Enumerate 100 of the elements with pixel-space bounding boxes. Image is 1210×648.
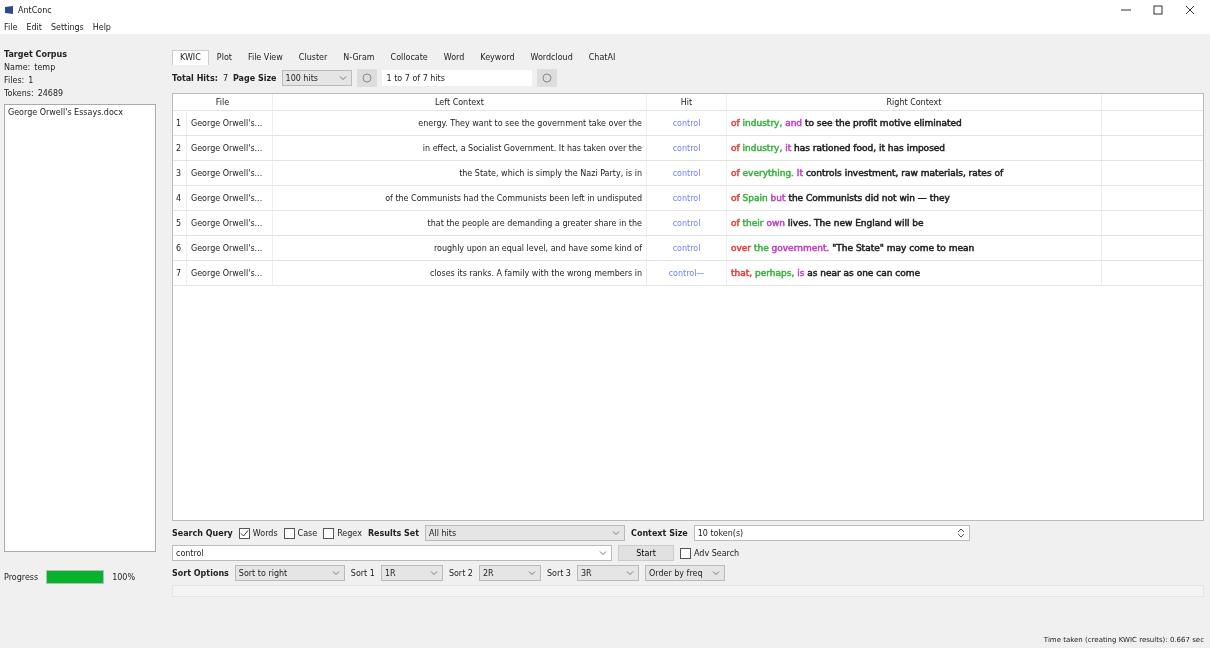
menu-item[interactable]: Settings bbox=[50, 22, 84, 32]
checkbox[interactable]: Words bbox=[238, 527, 278, 539]
caret-icon bbox=[527, 570, 536, 576]
caret-icon bbox=[429, 570, 438, 576]
start-button[interactable]: Start bbox=[618, 545, 674, 561]
table-cell: control bbox=[647, 186, 727, 210]
row-number: 2 bbox=[173, 136, 187, 160]
menu-item[interactable]: File bbox=[4, 22, 18, 32]
table-cell: of their own lives. The new England will be bbox=[727, 211, 1102, 235]
search-query-field[interactable]: control bbox=[172, 545, 612, 561]
order-dropdown[interactable]: Order by freq bbox=[644, 565, 725, 581]
checkbox[interactable]: Adv Search bbox=[680, 547, 740, 559]
tab[interactable]: KWIC bbox=[172, 50, 209, 65]
table-cell: energy. They want to see the government take over the bbox=[273, 111, 647, 135]
corpus-heading: Target Corpus bbox=[4, 50, 69, 59]
sort-dropdown[interactable]: 3R bbox=[576, 565, 639, 581]
row-number: 5 bbox=[173, 211, 187, 235]
table-cell: control bbox=[647, 136, 727, 160]
table-cell: of Spain but the Communists did not win — they bbox=[727, 186, 1102, 210]
search-query-label: Search Query bbox=[172, 528, 233, 538]
total-hits-label: Total Hits: bbox=[172, 73, 218, 83]
table-cell: of industry, it has rationed food, it has imposed bbox=[727, 136, 1102, 160]
files-value: 1 bbox=[28, 76, 34, 85]
checkbox-icon[interactable] bbox=[680, 547, 691, 559]
checkbox-icon[interactable] bbox=[323, 527, 335, 539]
row-number: 4 bbox=[173, 186, 187, 210]
sort-label: Sort 1 bbox=[350, 568, 375, 578]
table-cell: that, perhaps, is as near as one can come bbox=[727, 261, 1102, 285]
sort-label: Sort 2 bbox=[448, 568, 473, 578]
row-number: 3 bbox=[173, 161, 187, 185]
caret-icon bbox=[599, 550, 607, 556]
row-number: 1 bbox=[173, 111, 187, 135]
results-set-label: Results Set bbox=[367, 528, 420, 538]
hits-range-field: 1 to 7 of 7 hits bbox=[381, 70, 532, 86]
caret-icon bbox=[338, 75, 347, 81]
table-cell: George Orwell's... bbox=[187, 186, 273, 210]
checkbox-icon[interactable] bbox=[238, 527, 250, 539]
tab[interactable]: Word bbox=[435, 50, 473, 65]
tab[interactable]: Keyword bbox=[472, 50, 523, 65]
tokens-label: Tokens: bbox=[4, 89, 34, 98]
file-list-item[interactable]: George Orwell's Essays.docx bbox=[8, 108, 123, 117]
row-number: 6 bbox=[173, 236, 187, 260]
total-hits-value: 7 bbox=[222, 73, 228, 83]
tab[interactable]: ChatAI bbox=[580, 50, 624, 65]
table-cell: that the people are demanding a greater share in the bbox=[273, 211, 647, 235]
table-cell: George Orwell's... bbox=[187, 261, 273, 285]
table-cell: over the government. "The State" may come to mean bbox=[727, 236, 1102, 260]
tab[interactable]: Plot bbox=[208, 50, 240, 65]
checkbox[interactable]: Case bbox=[283, 527, 318, 539]
sort-dropdown[interactable]: 2R bbox=[478, 565, 541, 581]
table-cell: George Orwell's... bbox=[187, 161, 273, 185]
next-page-icon[interactable] bbox=[536, 69, 557, 87]
window-title: AntConc bbox=[18, 5, 52, 15]
table-cell: George Orwell's... bbox=[187, 136, 273, 160]
files-label: Files: bbox=[4, 76, 25, 85]
context-size-spinner[interactable]: 10 token(s) bbox=[693, 525, 970, 541]
tab[interactable]: Wordcloud bbox=[522, 50, 581, 65]
table-cell: the State, which is simply the Nazi Party, is in bbox=[273, 161, 647, 185]
column-header[interactable]: File bbox=[173, 94, 273, 110]
sort-dropdown[interactable]: 1R bbox=[380, 565, 443, 581]
tab[interactable]: N-Gram bbox=[335, 50, 383, 65]
caret-icon bbox=[612, 530, 621, 536]
tokens-value: 24689 bbox=[37, 89, 64, 98]
menu-item[interactable]: Edit bbox=[26, 22, 42, 32]
results-set-dropdown[interactable]: All hits bbox=[425, 525, 626, 541]
app-icon bbox=[4, 5, 14, 15]
table-cell: control— bbox=[647, 261, 727, 285]
close-icon[interactable] bbox=[1184, 4, 1196, 16]
progress-bar bbox=[46, 570, 105, 584]
name-value: temp bbox=[34, 63, 56, 72]
menu-item[interactable]: Help bbox=[92, 22, 111, 32]
column-header[interactable]: Right Context bbox=[727, 94, 1102, 110]
caret-icon bbox=[711, 570, 720, 576]
progress-reading: 100% bbox=[112, 572, 135, 582]
context-size-label: Context Size bbox=[631, 528, 688, 538]
previous-page-icon[interactable] bbox=[356, 69, 377, 87]
page-size-dropdown[interactable]: 100 hits bbox=[281, 70, 352, 86]
table-cell: George Orwell's... bbox=[187, 211, 273, 235]
progress-label: Progress bbox=[4, 572, 39, 582]
name-label: Name: bbox=[4, 63, 31, 72]
table-cell: control bbox=[647, 211, 727, 235]
table-cell: George Orwell's... bbox=[187, 236, 273, 260]
checkbox[interactable]: Regex bbox=[323, 527, 362, 539]
column-header[interactable]: Hit bbox=[647, 94, 727, 110]
table-cell: in effect, a Socialist Government. It has taken over the bbox=[273, 136, 647, 160]
tab[interactable]: File View bbox=[239, 50, 291, 65]
table-cell: control bbox=[647, 161, 727, 185]
table-cell: of the Communists had the Communists been left in undisputed bbox=[273, 186, 647, 210]
sort-options-label: Sort Options bbox=[172, 568, 229, 578]
sort-mode-dropdown[interactable]: Sort to right bbox=[234, 565, 345, 581]
maximize-icon[interactable] bbox=[1152, 4, 1164, 16]
column-header[interactable]: Left Context bbox=[273, 94, 647, 110]
table-cell: control bbox=[647, 236, 727, 260]
table-cell: roughly upon an equal level, and have some kind of bbox=[273, 236, 647, 260]
page-size-label: Page Size bbox=[232, 73, 277, 83]
caret-icon bbox=[331, 570, 340, 576]
checkbox-icon[interactable] bbox=[283, 527, 295, 539]
tab[interactable]: Collocate bbox=[382, 50, 436, 65]
tab[interactable]: Cluster bbox=[290, 50, 336, 65]
caret-icon bbox=[625, 570, 634, 576]
